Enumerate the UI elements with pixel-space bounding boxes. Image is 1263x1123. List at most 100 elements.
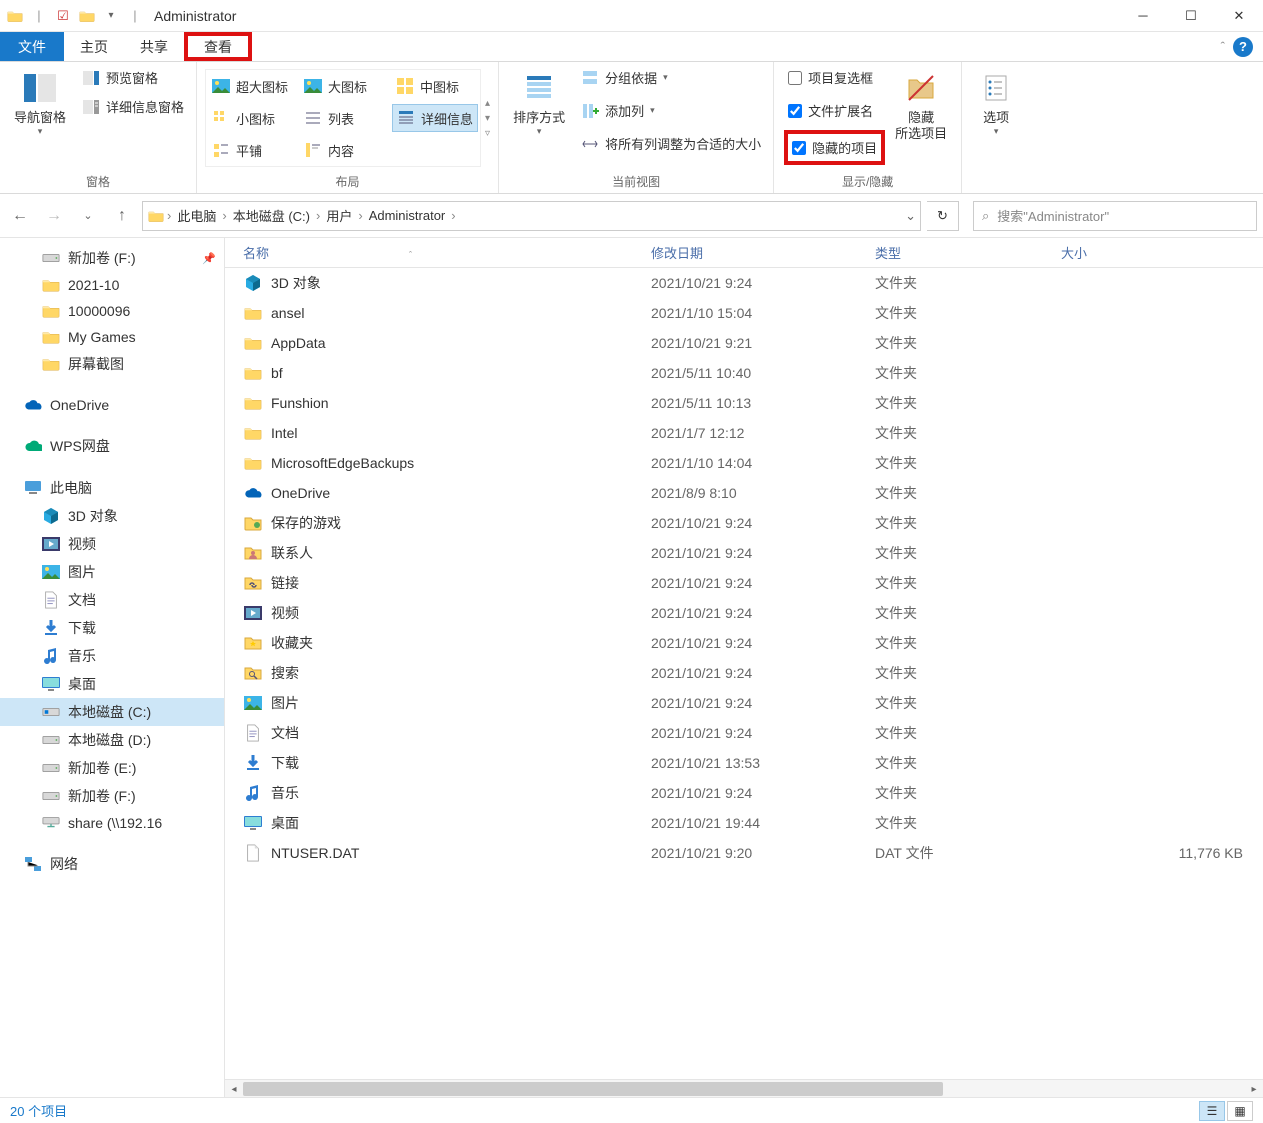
chevron-right-icon[interactable]: › <box>314 208 322 223</box>
refresh-button[interactable]: ↻ <box>927 201 959 231</box>
options-button[interactable]: 选项 ▾ <box>970 66 1022 141</box>
tree-this-pc[interactable]: 此电脑 <box>0 474 224 502</box>
tree-onedrive[interactable]: OneDrive <box>0 392 224 418</box>
properties-icon[interactable]: ☑ <box>54 7 72 25</box>
hide-selected-button[interactable]: 隐藏 所选项目 <box>889 66 953 145</box>
tree-item[interactable]: 3D 对象 <box>0 502 224 530</box>
breadcrumb-segment[interactable]: 用户 <box>322 206 356 225</box>
tree-item[interactable]: 2021-10 <box>0 272 224 298</box>
checkbox-hidden-items[interactable]: 隐藏的项目 <box>792 136 877 159</box>
file-row[interactable]: OneDrive 2021/8/9 8:10 文件夹 <box>225 478 1263 508</box>
file-row[interactable]: 保存的游戏 2021/10/21 9:24 文件夹 <box>225 508 1263 538</box>
file-row[interactable]: bf 2021/5/11 10:40 文件夹 <box>225 358 1263 388</box>
file-list[interactable]: 3D 对象 2021/10/21 9:24 文件夹 ansel 2021/1/1… <box>225 268 1263 1079</box>
tree-item[interactable]: 本地磁盘 (C:) <box>0 698 224 726</box>
details-pane-button[interactable]: 详细信息窗格 <box>78 95 188 118</box>
chevron-right-icon[interactable]: › <box>449 208 457 223</box>
tree-item[interactable]: 屏幕截图 <box>0 350 224 378</box>
chevron-right-icon[interactable]: › <box>356 208 364 223</box>
layout-content[interactable]: 内容 <box>300 136 386 164</box>
nav-tree[interactable]: 新加卷 (F:)📌2021-1010000096My Games屏幕截图 One… <box>0 238 225 1097</box>
forward-button[interactable]: → <box>40 202 68 230</box>
tree-item[interactable]: 桌面 <box>0 670 224 698</box>
breadcrumb-segment[interactable]: 本地磁盘 (C:) <box>229 206 314 225</box>
collapse-ribbon-icon[interactable]: ˆ <box>1221 39 1225 54</box>
help-icon[interactable]: ? <box>1233 37 1253 57</box>
column-header-name[interactable]: 名称ˆ <box>243 243 651 262</box>
close-button[interactable]: ✕ <box>1215 0 1263 32</box>
horizontal-scrollbar[interactable]: ◂ ▸ <box>225 1079 1263 1097</box>
up-button[interactable]: ↑ <box>108 202 136 230</box>
layout-scroll-down[interactable]: ▾ <box>485 113 490 124</box>
sort-button[interactable]: 排序方式 ▾ <box>507 66 571 141</box>
tree-item[interactable]: 本地磁盘 (D:) <box>0 726 224 754</box>
chevron-right-icon[interactable]: › <box>220 208 228 223</box>
layout-list[interactable]: 列表 <box>300 104 386 132</box>
column-header-type[interactable]: 类型 <box>875 243 1061 262</box>
address-dropdown-icon[interactable]: ⌄ <box>905 208 916 224</box>
chevron-right-icon[interactable]: › <box>165 208 173 223</box>
file-row[interactable]: 3D 对象 2021/10/21 9:24 文件夹 <box>225 268 1263 298</box>
tab-home[interactable]: 主页 <box>64 32 124 61</box>
search-input[interactable]: ⌕ 搜索"Administrator" <box>973 201 1257 231</box>
file-row[interactable]: ansel 2021/1/10 15:04 文件夹 <box>225 298 1263 328</box>
size-columns-button[interactable]: 将所有列调整为合适的大小 <box>577 132 765 155</box>
checkbox-item-checkboxes[interactable]: 项目复选框 <box>788 66 881 89</box>
file-row[interactable]: 下载 2021/10/21 13:53 文件夹 <box>225 748 1263 778</box>
tree-item[interactable]: 新加卷 (E:) <box>0 754 224 782</box>
column-header-date[interactable]: 修改日期 <box>651 243 875 262</box>
preview-pane-button[interactable]: 预览窗格 <box>78 66 188 89</box>
view-icons-toggle[interactable]: ▦ <box>1227 1101 1253 1121</box>
layout-extra-large[interactable]: 超大图标 <box>208 72 294 100</box>
recent-dropdown[interactable]: ⌄ <box>74 202 102 230</box>
layout-medium[interactable]: 中图标 <box>392 72 478 100</box>
file-row[interactable]: 收藏夹 2021/10/21 9:24 文件夹 <box>225 628 1263 658</box>
file-row[interactable]: 视频 2021/10/21 9:24 文件夹 <box>225 598 1263 628</box>
file-row[interactable]: 图片 2021/10/21 9:24 文件夹 <box>225 688 1263 718</box>
tree-item[interactable]: My Games <box>0 324 224 350</box>
file-row[interactable]: MicrosoftEdgeBackups 2021/1/10 14:04 文件夹 <box>225 448 1263 478</box>
scroll-right-icon[interactable]: ▸ <box>1245 1080 1263 1097</box>
tree-item[interactable]: 图片 <box>0 558 224 586</box>
layout-scroll-up[interactable]: ▴ <box>485 98 490 109</box>
file-row[interactable]: 文档 2021/10/21 9:24 文件夹 <box>225 718 1263 748</box>
column-header-size[interactable]: 大小 <box>1061 243 1263 262</box>
group-by-button[interactable]: 分组依据 ▾ <box>577 66 765 89</box>
file-row[interactable]: Intel 2021/1/7 12:12 文件夹 <box>225 418 1263 448</box>
layout-small[interactable]: 小图标 <box>208 104 294 132</box>
maximize-button[interactable]: ☐ <box>1167 0 1215 32</box>
file-row[interactable]: AppData 2021/10/21 9:21 文件夹 <box>225 328 1263 358</box>
breadcrumb-segment[interactable]: Administrator <box>365 208 450 223</box>
layout-expand[interactable]: ▿ <box>485 128 490 139</box>
breadcrumb[interactable]: › 此电脑 › 本地磁盘 (C:) › 用户 › Administrator ›… <box>142 201 921 231</box>
file-row[interactable]: NTUSER.DAT 2021/10/21 9:20 DAT 文件 11,776… <box>225 838 1263 868</box>
file-row[interactable]: 桌面 2021/10/21 19:44 文件夹 <box>225 808 1263 838</box>
tree-item[interactable]: 新加卷 (F:) <box>0 782 224 810</box>
folder-icon[interactable] <box>78 7 96 25</box>
breadcrumb-segment[interactable]: 此电脑 <box>173 206 220 225</box>
tree-item[interactable]: 音乐 <box>0 642 224 670</box>
file-row[interactable]: 搜索 2021/10/21 9:24 文件夹 <box>225 658 1263 688</box>
nav-pane-button[interactable]: 导航窗格 ▾ <box>8 66 72 141</box>
scroll-left-icon[interactable]: ◂ <box>225 1080 243 1097</box>
tree-network[interactable]: 网络 <box>0 850 224 878</box>
checkbox-extensions[interactable]: 文件扩展名 <box>788 99 881 122</box>
tree-item[interactable]: share (\\192.16 <box>0 810 224 836</box>
file-row[interactable]: 联系人 2021/10/21 9:24 文件夹 <box>225 538 1263 568</box>
tree-item[interactable]: 下载 <box>0 614 224 642</box>
view-details-toggle[interactable]: ☰ <box>1199 1101 1225 1121</box>
qat-dropdown-icon[interactable]: ▾ <box>102 7 120 25</box>
tree-item[interactable]: 视频 <box>0 530 224 558</box>
tab-view[interactable]: 查看 <box>184 32 252 61</box>
tab-file[interactable]: 文件 <box>0 32 64 61</box>
file-row[interactable]: 音乐 2021/10/21 9:24 文件夹 <box>225 778 1263 808</box>
scroll-thumb[interactable] <box>243 1082 943 1096</box>
file-row[interactable]: 链接 2021/10/21 9:24 文件夹 <box>225 568 1263 598</box>
add-columns-button[interactable]: 添加列 ▾ <box>577 99 765 122</box>
layout-details[interactable]: 详细信息 <box>392 104 478 132</box>
back-button[interactable]: ← <box>6 202 34 230</box>
tree-item[interactable]: 文档 <box>0 586 224 614</box>
file-row[interactable]: Funshion 2021/5/11 10:13 文件夹 <box>225 388 1263 418</box>
layout-large[interactable]: 大图标 <box>300 72 386 100</box>
layout-tiles[interactable]: 平铺 <box>208 136 294 164</box>
